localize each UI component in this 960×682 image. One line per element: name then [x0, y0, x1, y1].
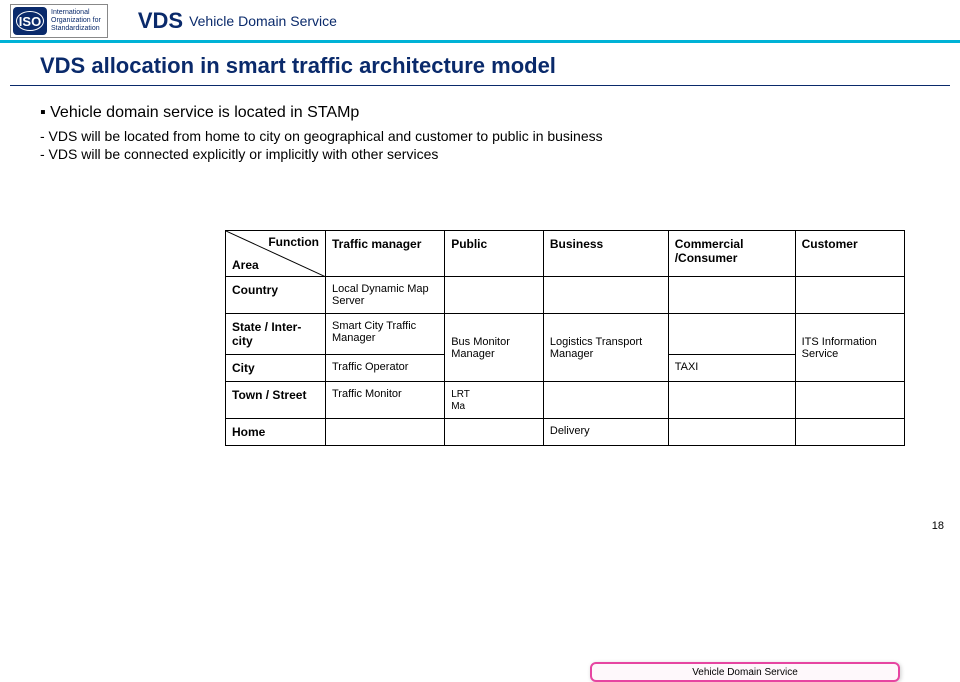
corner-area-label: Area: [232, 258, 259, 272]
col-traffic-manager: Traffic manager: [326, 231, 445, 277]
cell: [795, 382, 904, 419]
header-vds-abbr: VDS: [138, 8, 183, 34]
col-public: Public: [445, 231, 544, 277]
cell: [795, 419, 904, 446]
corner-cell: Function Area: [226, 231, 326, 277]
bullet-sub-2: - VDS will be connected explicitly or im…: [40, 146, 920, 162]
slide-header: ISO International Organization for Stand…: [0, 0, 960, 43]
cell: [445, 277, 544, 314]
cell: [668, 314, 795, 355]
cell: [543, 382, 668, 419]
cell-country-traffic: Local Dynamic Map Server: [326, 277, 445, 314]
cell: [668, 419, 795, 446]
row-state: State / Inter-city: [226, 314, 326, 355]
corner-function-label: Function: [268, 235, 319, 249]
cell-lrt: LRT Ma: [445, 382, 544, 419]
allocation-table: Function Area Traffic manager Public Bus…: [225, 230, 905, 446]
cell: [326, 419, 445, 446]
col-commercial-consumer: Commercial /Consumer: [668, 231, 795, 277]
content-area: Vehicle domain service is located in STA…: [0, 86, 960, 162]
iso-block: ISO International Organization for Stand…: [10, 4, 108, 38]
page-title: VDS allocation in smart traffic architec…: [10, 43, 950, 86]
cell: [445, 419, 544, 446]
page-number: 18: [932, 520, 944, 532]
iso-logo-icon: ISO: [13, 7, 47, 35]
col-customer: Customer: [795, 231, 904, 277]
cell: [668, 382, 795, 419]
cell: [795, 277, 904, 314]
lrt-suffix: Ma: [451, 401, 465, 412]
cell-city-traffic: Traffic Operator: [326, 355, 445, 382]
header-vds-full: Vehicle Domain Service: [189, 13, 337, 29]
allocation-table-wrap: Function Area Traffic manager Public Bus…: [225, 230, 905, 446]
cell-taxi: TAXI: [668, 355, 795, 382]
cell-delivery: Delivery: [543, 419, 668, 446]
iso-org-text: International Organization for Standardi…: [51, 9, 101, 32]
bullet-sub-1: - VDS will be located from home to city …: [40, 128, 920, 144]
row-home: Home: [226, 419, 326, 446]
cell: [668, 277, 795, 314]
bullet-main: Vehicle domain service is located in STA…: [40, 104, 920, 122]
lrt-prefix: LRT: [451, 389, 470, 400]
cell-its-info: ITS Information Service: [795, 314, 904, 382]
cell-logistics: Logistics Transport Manager: [543, 314, 668, 382]
cell-bus-monitor: Bus Monitor Manager: [445, 314, 544, 382]
col-business: Business: [543, 231, 668, 277]
row-city: City: [226, 355, 326, 382]
row-country: Country: [226, 277, 326, 314]
cell-state-traffic: Smart City Traffic Manager: [326, 314, 445, 355]
cell: [543, 277, 668, 314]
cell-town-traffic: Traffic Monitor: [326, 382, 445, 419]
row-town: Town / Street: [226, 382, 326, 419]
vds-highlight-box: Vehicle Domain Service: [590, 662, 900, 682]
